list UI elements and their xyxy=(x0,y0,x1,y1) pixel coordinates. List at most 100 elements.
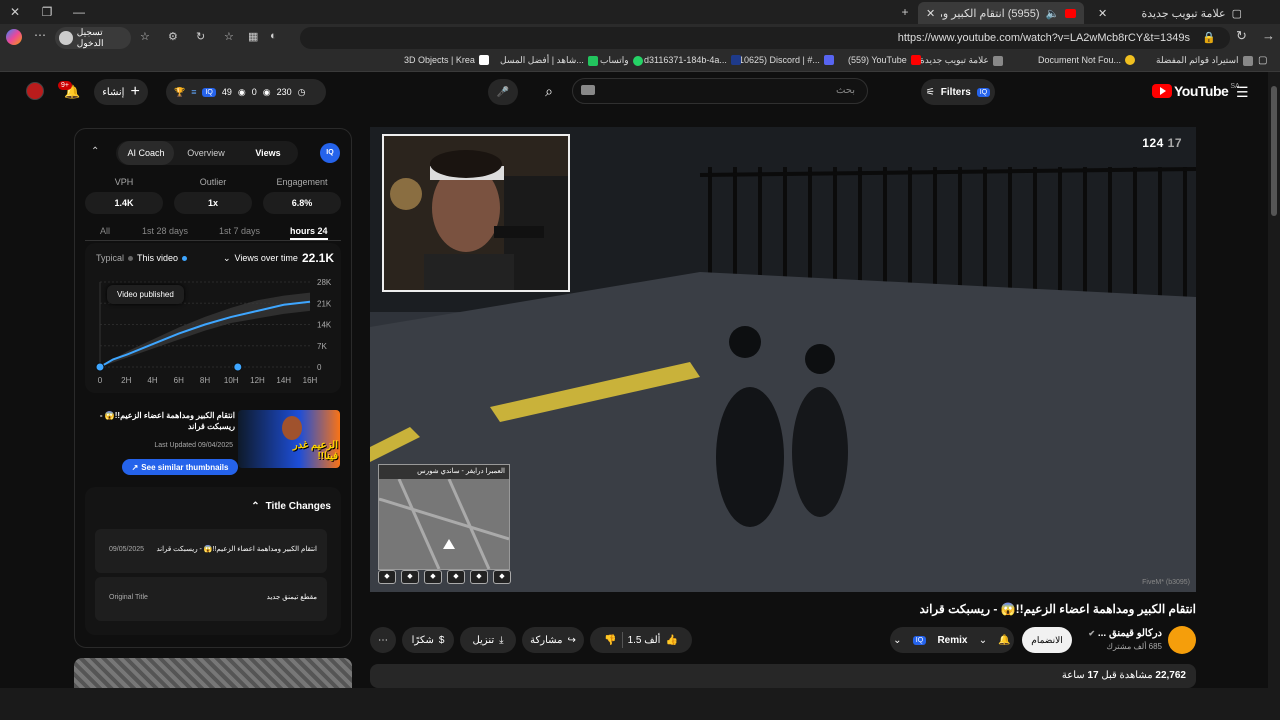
chevron-down-icon[interactable]: ⌄ xyxy=(979,635,987,646)
change-title: انتقام الكبير ومداهمة اعضاء الزعيم!!😱 - … xyxy=(156,546,317,553)
voice-search-icon[interactable]: 🎤 xyxy=(488,79,518,105)
share-button[interactable]: ↪ مشاركة xyxy=(522,627,584,653)
description-box[interactable]: 22,762 مشاهدة قبل 17 ساعة xyxy=(370,664,1196,688)
x-tick-label: 10H xyxy=(224,376,239,385)
signin-button[interactable]: تسجيل الدخول xyxy=(55,27,131,49)
views-over-time-dropdown[interactable]: ⌄ Views over time xyxy=(223,253,298,264)
lock-icon[interactable]: 🔒 xyxy=(1202,27,1216,49)
back-icon[interactable]: → xyxy=(1262,28,1275,43)
minimize-window-icon[interactable]: — xyxy=(64,2,94,22)
thumbnail-text: الزعيم غدر فينا!! xyxy=(292,440,338,462)
tab-ai-coach[interactable]: AI Coach xyxy=(118,141,174,165)
dislike-icon[interactable]: 👎 xyxy=(604,635,616,646)
tab-overview[interactable]: Overview xyxy=(178,141,234,165)
thumbnail-face xyxy=(282,416,302,440)
download-button[interactable]: ⤓ تنزيل xyxy=(460,627,516,653)
iq-badge: IQ xyxy=(202,87,216,97)
split-screen-icon[interactable]: ◐ xyxy=(270,30,277,42)
thanks-button[interactable]: $ شكرًا xyxy=(402,627,454,653)
tab-close-icon[interactable]: ✕ xyxy=(1098,7,1107,20)
chevron-down-icon[interactable]: ⌄ xyxy=(893,635,901,646)
search-icon[interactable]: ⌕ xyxy=(534,78,564,104)
external-link-icon: ↗ xyxy=(131,462,139,472)
range-24-hours[interactable]: hours 24 xyxy=(290,226,328,240)
page-scrollbar[interactable] xyxy=(1268,72,1280,688)
join-button[interactable]: الانضمام xyxy=(1022,627,1072,653)
bookmark-item[interactable]: استيراد قوائم المفضلة xyxy=(1156,55,1253,66)
title-changes-header[interactable]: ⌃ Title Changes xyxy=(251,501,331,512)
x-tick-label: 6H xyxy=(174,376,184,385)
more-menu-icon[interactable]: ⋯ xyxy=(34,28,46,42)
bookmark-item[interactable]: d3116371-184b-4a... xyxy=(644,55,741,65)
keyboard-icon[interactable] xyxy=(581,85,595,95)
iq-badge: IQ xyxy=(912,635,927,645)
minimap-roads xyxy=(378,478,510,570)
hud-stress-icon: ◆ xyxy=(493,570,511,584)
search-input[interactable]: بحث xyxy=(572,78,868,104)
metric-outlier: 1x xyxy=(174,192,252,214)
bookmark-item[interactable]: واتساب xyxy=(600,55,643,66)
range-28-days[interactable]: 1st 28 days xyxy=(142,226,188,236)
subscriber-count: 685 ألف مشترك xyxy=(1106,642,1162,651)
bookmark-item[interactable]: 3D Objects | Krea xyxy=(404,55,489,65)
legend-dot xyxy=(182,255,188,261)
bookmarks-folder-icon[interactable]: ▢ xyxy=(1258,55,1267,66)
metric-vph: 1.4K xyxy=(85,192,163,214)
bookmark-item[interactable]: (559) YouTube xyxy=(848,55,921,65)
bookmark-item[interactable]: شاهد | أفضل المسل... xyxy=(500,55,598,66)
channel-name[interactable]: دركالو قيمنق ... ✔ xyxy=(1080,628,1162,639)
stat-value: 0 xyxy=(251,87,257,97)
list-icon[interactable]: ≡ xyxy=(191,87,196,97)
add-favorite-icon[interactable]: ☆ xyxy=(224,30,234,43)
eye-icon: ◉ xyxy=(237,86,246,97)
channel-avatar[interactable] xyxy=(1168,626,1196,654)
range-all[interactable]: All xyxy=(100,226,110,236)
range-7-days[interactable]: 1st 7 days xyxy=(219,226,260,236)
browser-toolbar: ⋯ تسجيل الدخول ☆ ⚙ ↻ ☆ ▦ ◐ https://www.y… xyxy=(0,24,1280,52)
address-bar[interactable]: https://www.youtube.com/watch?v=LA2wMcb8… xyxy=(300,27,1230,49)
thanks-icon: $ xyxy=(438,634,445,646)
see-similar-thumbnails-button[interactable]: ↗ See similar thumbnails xyxy=(122,459,238,475)
bookmark-item[interactable]: Document Not Fou... xyxy=(1038,55,1136,65)
collapse-chevron-icon[interactable]: ⌃ xyxy=(91,146,99,157)
extensions-icon[interactable]: ⚙ xyxy=(168,30,178,43)
like-icon[interactable]: 👍 xyxy=(665,635,677,646)
title-change-row: 09/05/2025 انتقام الكبير ومداهمة اعضاء ا… xyxy=(95,529,327,573)
youtube-logo[interactable]: YouTube SA xyxy=(1152,83,1240,99)
tab-views[interactable]: Views xyxy=(240,141,296,165)
x-tick-label: 16H xyxy=(303,376,318,385)
video-thumbnail[interactable]: الزعيم غدر فينا!! xyxy=(238,410,340,468)
restore-window-icon[interactable]: ❐ xyxy=(32,2,62,22)
tab-video[interactable]: 🔈 (5955) انتقام الكبير ومداهمة ✕ xyxy=(918,2,1084,24)
speaker-icon[interactable]: 🔈 xyxy=(1046,7,1060,20)
refresh-page-icon[interactable]: ↻ xyxy=(196,30,205,43)
webcam-overlay xyxy=(382,134,570,292)
remix-button[interactable]: Remix xyxy=(937,635,967,646)
change-date: 09/05/2025 xyxy=(109,546,145,553)
bell-icon[interactable]: 🔔 xyxy=(998,635,1010,646)
create-button[interactable]: إنشاء + xyxy=(94,79,148,105)
bookmark-item[interactable]: علامة تبويب جديدة xyxy=(920,55,1003,66)
filters-button[interactable]: ⚟ Filters IQ xyxy=(921,79,995,105)
filters-icon: ⚟ xyxy=(925,86,935,98)
scrollbar-thumb[interactable] xyxy=(1271,86,1277,216)
tab-new[interactable]: ▢ علامة تبويب جديدة ✕ xyxy=(1090,2,1250,24)
copilot-icon[interactable] xyxy=(6,29,22,45)
minimap-location: العمبرا درايفر - ساندي شورس xyxy=(379,465,509,479)
more-actions-icon[interactable]: ⋯ xyxy=(370,627,396,653)
tab-close-icon[interactable]: ✕ xyxy=(926,7,935,20)
reload-icon[interactable]: ↻ xyxy=(1236,28,1247,44)
new-tab-icon[interactable]: + xyxy=(890,2,920,22)
bookmarks-bar: ▢ استيراد قوائم المفضلة Document Not Fou… xyxy=(0,52,1280,72)
bookmark-item[interactable]: (10625) Discord | #... xyxy=(736,55,834,65)
avatar[interactable] xyxy=(26,82,44,100)
vidiq-logo-icon[interactable]: IQ xyxy=(320,143,340,163)
clock-icon: ◷ xyxy=(297,86,306,97)
trophy-icon[interactable]: 🏆 xyxy=(174,87,185,98)
close-window-icon[interactable]: ✕ xyxy=(0,2,30,22)
x-tick-label: 4H xyxy=(147,376,157,385)
stat-value: 230 xyxy=(276,87,292,97)
favorites-icon[interactable]: ☆ xyxy=(140,30,150,43)
collections-icon[interactable]: ▦ xyxy=(248,30,258,43)
stat-value: 49 xyxy=(221,87,232,97)
